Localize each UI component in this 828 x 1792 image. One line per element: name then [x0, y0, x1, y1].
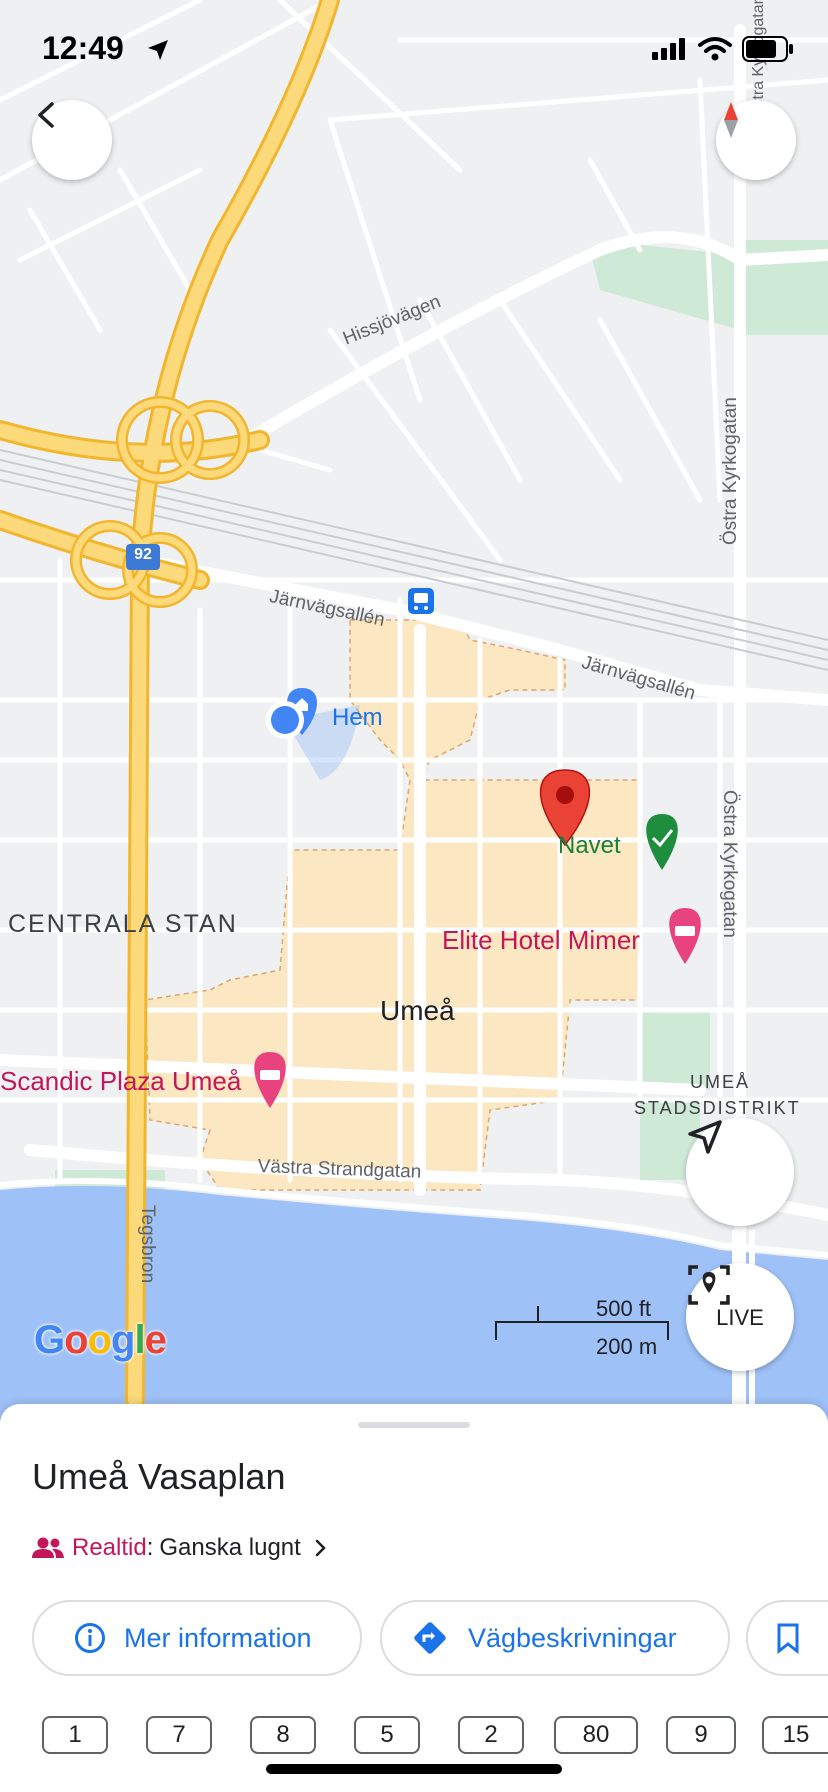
route-badge[interactable]: 8 — [250, 1716, 316, 1754]
highway-shield-number: 92 — [134, 546, 152, 563]
navigation-arrow-icon — [688, 1120, 722, 1154]
route-badge[interactable]: 1 — [42, 1716, 108, 1754]
district-label-umea: UMEÅ — [690, 1072, 751, 1092]
live-label: LIVE — [716, 1305, 764, 1330]
sheet-drag-handle[interactable] — [358, 1422, 470, 1428]
route-badge[interactable]: 80 — [554, 1716, 638, 1754]
more-info-button[interactable]: Mer information — [32, 1600, 362, 1676]
battery-icon — [742, 36, 793, 62]
street-label-tegsbron: Tegsbron — [137, 1205, 158, 1284]
route-badge[interactable]: 2 — [458, 1716, 524, 1754]
status-time: 12:49 — [42, 30, 124, 66]
info-icon — [75, 1623, 105, 1653]
route-badge[interactable]: 7 — [146, 1716, 212, 1754]
google-logo: Google — [34, 1318, 167, 1362]
street-label-ostra-kyrkogatan-bottom: Östra Kyrkogatan — [719, 790, 740, 938]
navet-label[interactable]: Navet — [558, 832, 621, 860]
realtime-value: Ganska lugnt — [159, 1534, 301, 1561]
home-label[interactable]: Hem — [332, 704, 383, 732]
scale-label-m: 200 m — [596, 1334, 658, 1359]
more-info-label: Mer information — [124, 1622, 312, 1653]
directions-button[interactable]: Vägbeskrivningar — [380, 1600, 730, 1676]
realtime-label: Realtid — [72, 1534, 147, 1561]
people-icon — [32, 1537, 64, 1558]
scandic-hotel-label[interactable]: Scandic Plaza Umeå — [0, 1066, 241, 1097]
chevron-left-icon — [38, 102, 54, 128]
street-label-ostra-kyrkogatan-top: Östra Kyrkogatan — [720, 397, 741, 545]
scale-label-ft: 500 ft — [596, 1296, 652, 1321]
map-view[interactable]: Hissjövägen Östra Kyrkogatan Östra Kyrko… — [0, 0, 828, 1420]
district-label-centrala-stan: CENTRALA STAN — [8, 910, 238, 938]
status-bar: 12:49 — [0, 0, 828, 100]
district-label-stadsdistrikt: STADSDISTRIKT — [634, 1098, 801, 1118]
home-indicator[interactable] — [266, 1764, 562, 1774]
chevron-right-icon — [315, 1539, 326, 1557]
compass-button[interactable] — [716, 100, 796, 180]
realtime-busyness-row[interactable]: Realtid: Ganska lugnt — [32, 1534, 331, 1562]
current-location-dot-icon — [271, 706, 299, 734]
elite-hotel-label[interactable]: Elite Hotel Mimer — [442, 925, 640, 956]
compass-icon — [724, 102, 738, 138]
wifi-icon — [698, 37, 732, 61]
realtime-separator: : — [146, 1534, 154, 1561]
route-badge[interactable]: 9 — [666, 1716, 736, 1754]
live-view-button[interactable]: LIVE — [686, 1263, 794, 1371]
live-view-icon — [688, 1265, 730, 1305]
cellular-signal-icon — [652, 38, 685, 60]
directions-label: Vägbeskrivningar — [468, 1622, 677, 1653]
location-arrow-icon — [148, 40, 168, 60]
directions-icon — [414, 1622, 446, 1654]
save-button[interactable] — [746, 1600, 828, 1676]
route-badge[interactable]: 5 — [354, 1716, 420, 1754]
place-title: Umeå Vasaplan — [32, 1456, 286, 1497]
back-button[interactable] — [32, 100, 112, 180]
bookmark-icon — [777, 1623, 799, 1654]
city-label-umea: Umeå — [380, 995, 455, 1026]
place-bottom-sheet[interactable]: Umeå Vasaplan Realtid: Ganska lugnt Mer i… — [0, 1404, 828, 1792]
route-badge[interactable]: 15 — [762, 1716, 828, 1754]
my-location-button[interactable] — [686, 1118, 794, 1226]
